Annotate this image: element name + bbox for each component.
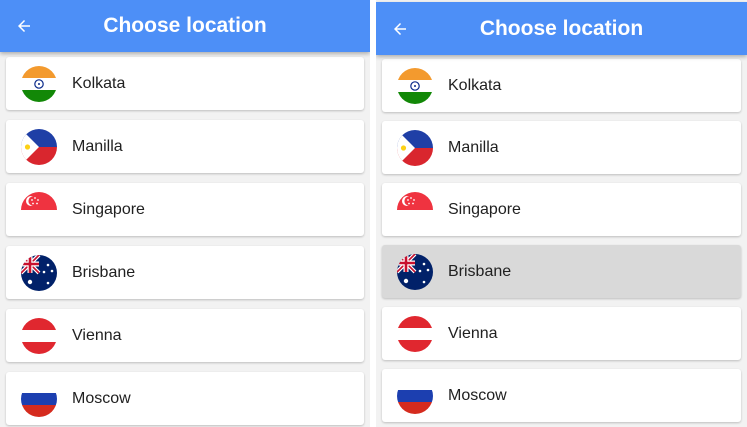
location-item-singapore[interactable]: Singapore (382, 183, 741, 236)
location-item-moscow[interactable]: Moscow (6, 372, 364, 425)
location-item-vienna[interactable]: Vienna (6, 309, 364, 362)
austria-flag-icon (397, 315, 433, 352)
location-item-kolkata[interactable]: Kolkata (6, 57, 364, 110)
location-label: Kolkata (72, 74, 126, 92)
location-label: Manilla (72, 137, 123, 155)
singapore-flag-icon (397, 191, 433, 228)
location-item-moscow[interactable]: Moscow (382, 369, 741, 422)
russia-flag-icon (21, 380, 57, 417)
location-item-manilla[interactable]: Manilla (6, 120, 364, 173)
location-item-vienna[interactable]: Vienna (382, 307, 741, 360)
austria-flag-icon (21, 317, 57, 354)
philippines-flag-icon (397, 129, 433, 166)
philippines-flag-icon (21, 128, 57, 165)
singapore-flag-icon (21, 191, 57, 228)
app-bar: Choose location (0, 0, 370, 52)
page-title: Choose location (103, 14, 267, 37)
left-screen: Choose location Kolkata Manilla Singapor… (0, 0, 370, 427)
location-label: Moscow (72, 389, 131, 407)
location-label: Manilla (448, 138, 499, 156)
location-label: Vienna (448, 324, 498, 342)
location-item-singapore[interactable]: Singapore (6, 183, 364, 236)
location-label: Brisbane (72, 263, 136, 281)
location-item-manilla[interactable]: Manilla (382, 121, 741, 174)
right-screen: Choose location Kolkata Manilla Singapor… (376, 0, 747, 427)
app-bar: Choose location (376, 2, 747, 55)
india-flag-icon (397, 67, 433, 104)
location-label: Moscow (448, 386, 507, 404)
location-label: Brisbane (448, 262, 512, 280)
russia-flag-icon (397, 377, 433, 414)
location-item-brisbane[interactable]: Brisbane (382, 245, 741, 298)
location-item-kolkata[interactable]: Kolkata (382, 59, 741, 112)
page-title: Choose location (479, 16, 644, 40)
location-label: Singapore (72, 200, 145, 218)
location-label: Kolkata (448, 76, 502, 94)
location-label: Singapore (448, 200, 521, 218)
india-flag-icon (21, 65, 57, 102)
australia-flag-icon (397, 253, 433, 290)
australia-flag-icon (21, 254, 57, 291)
location-label: Vienna (72, 326, 122, 344)
location-item-brisbane[interactable]: Brisbane (6, 246, 364, 299)
